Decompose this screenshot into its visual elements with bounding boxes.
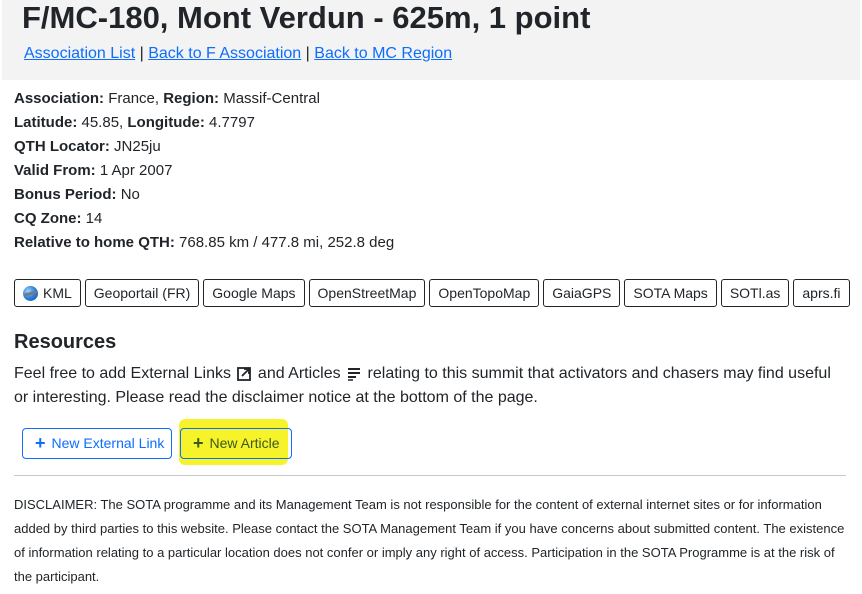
resources-text-2: and Articles <box>257 365 341 382</box>
region-label: Region: <box>163 90 220 107</box>
kml-label: KML <box>43 285 72 301</box>
summit-info: Association: France, Region: Massif-Cent… <box>14 89 394 257</box>
association-label: Association: <box>14 90 105 107</box>
longitude-value: 4.7797 <box>209 114 255 131</box>
relative-value: 768.85 km / 477.8 mi, 252.8 deg <box>179 234 395 251</box>
page-title: F/MC-180, Mont Verdun - 625m, 1 point <box>22 0 591 35</box>
association-row: Association: France, Region: Massif-Cent… <box>14 90 320 107</box>
longitude-label: Longitude: <box>127 114 205 131</box>
qth-value: JN25ju <box>114 138 161 155</box>
plus-icon: + <box>35 433 46 453</box>
new-external-link-label: New External Link <box>51 435 165 451</box>
disclaimer: DISCLAIMER: The SOTA programme and its M… <box>14 497 845 584</box>
back-to-region-link[interactable]: Back to MC Region <box>314 45 452 62</box>
cq-zone-value: 14 <box>85 210 103 227</box>
region-value: Massif-Central <box>223 90 320 107</box>
qth-label: QTH Locator: <box>14 138 110 155</box>
gaiagps-button[interactable]: GaiaGPS <box>543 279 621 307</box>
valid-from-row: Valid From: 1 Apr 2007 <box>14 161 394 185</box>
latitude-label: Latitude: <box>14 114 78 131</box>
valid-from-value: 1 Apr 2007 <box>99 162 173 179</box>
association-list-link[interactable]: Association List <box>24 45 135 62</box>
aprs-button[interactable]: aprs.fi <box>793 279 850 307</box>
cq-zone-label: CQ Zone: <box>14 210 82 227</box>
bonus-value: No <box>120 186 140 203</box>
association-value: France <box>108 90 155 107</box>
new-external-link-button[interactable]: + New External Link <box>22 428 172 459</box>
globe-icon <box>23 285 38 301</box>
latitude-value: 45.85 <box>81 114 120 131</box>
relative-row: Relative to home QTH: 768.85 km / 477.8 … <box>14 233 394 257</box>
cq-zone-row: CQ Zone: 14 <box>14 209 394 233</box>
back-to-association-link[interactable]: Back to F Association <box>148 45 301 62</box>
header: F/MC-180, Mont Verdun - 625m, 1 point As… <box>2 0 860 80</box>
bonus-row: Bonus Period: No <box>14 185 394 209</box>
separator: | <box>139 45 144 62</box>
google-maps-button[interactable]: Google Maps <box>203 279 305 307</box>
resources-text: Feel free to add External Links and Arti… <box>14 362 849 410</box>
valid-from-label: Valid From: <box>14 162 96 179</box>
article-icon <box>348 367 361 381</box>
kml-button[interactable]: KML <box>14 279 81 307</box>
breadcrumb: Association List | Back to F Association… <box>24 44 452 64</box>
sotlas-button[interactable]: SOTl.as <box>720 279 790 307</box>
new-article-label: New Article <box>209 435 280 451</box>
new-article-button[interactable]: + New Article <box>180 428 292 459</box>
external-link-icon <box>237 366 252 381</box>
resources-text-1: Feel free to add External Links <box>14 365 232 382</box>
relative-label: Relative to home QTH: <box>14 234 175 251</box>
separator: | <box>305 45 310 62</box>
openstreetmap-button[interactable]: OpenStreetMap <box>308 279 426 307</box>
opentopomap-button[interactable]: OpenTopoMap <box>429 279 540 307</box>
resources-title: Resources <box>14 331 117 353</box>
coordinates-row: Latitude: 45.85, Longitude: 4.7797 <box>14 114 255 131</box>
plus-icon: + <box>193 433 204 453</box>
sota-maps-button[interactable]: SOTA Maps <box>624 279 717 307</box>
divider <box>14 475 846 476</box>
map-buttons: KML Geoportail (FR) Google Maps OpenStre… <box>14 279 850 307</box>
geoportail-button[interactable]: Geoportail (FR) <box>84 279 200 307</box>
bonus-label: Bonus Period: <box>14 186 117 203</box>
qth-row: QTH Locator: JN25ju <box>14 137 394 161</box>
